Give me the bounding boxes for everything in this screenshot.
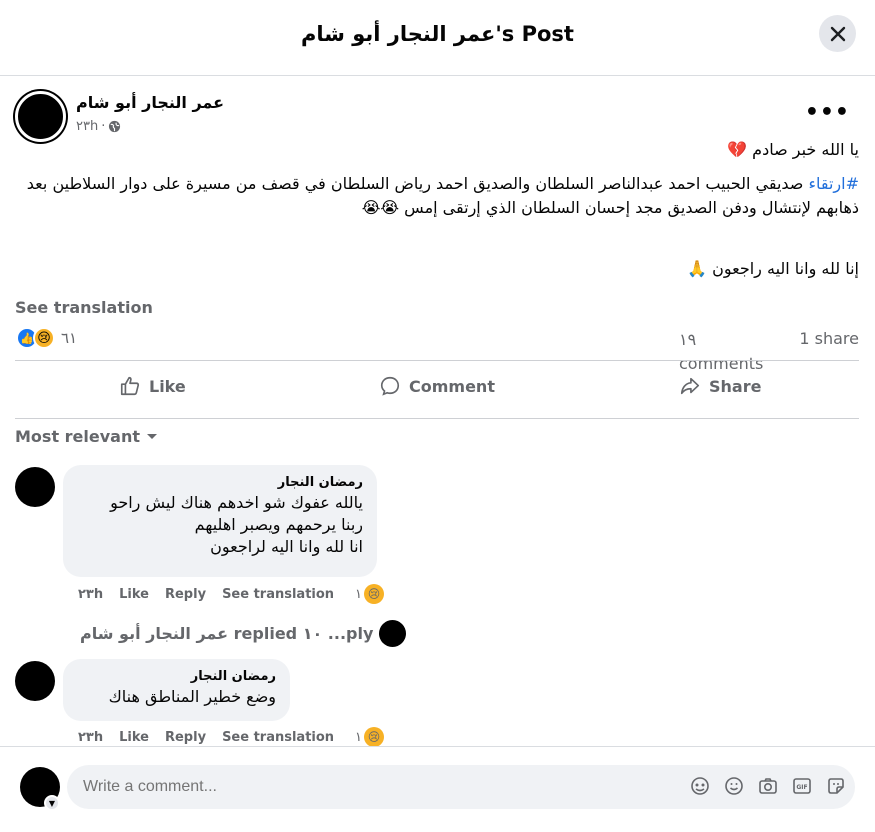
commenter-avatar[interactable]	[15, 661, 55, 701]
replies-text: عمر النجار أبو شام replied ١٠ ...ply	[80, 624, 374, 643]
comment-like-button[interactable]: Like	[119, 730, 149, 745]
comment-see-translation[interactable]: See translation	[222, 587, 334, 602]
post-meta: ٢٣h ·	[76, 119, 121, 134]
post-text-line2: #ارتقاء صديقي الحبيب احمد عبدالناصر السل…	[14, 172, 859, 220]
divider	[15, 360, 859, 361]
replier-avatar	[379, 620, 407, 647]
comment-reply-button[interactable]: Reply	[165, 730, 206, 745]
emoji-icon[interactable]	[723, 775, 745, 797]
divider	[15, 418, 859, 419]
sad-reaction-icon: 😢	[33, 327, 55, 349]
sticker-icon[interactable]	[825, 775, 847, 797]
comment-actions: ٢٣h Like Reply See translation	[78, 730, 334, 745]
post-dialog: عمر النجار أبو شام's Post عمر النجار أبو…	[0, 0, 875, 832]
avatar-sticker-icon[interactable]	[689, 775, 711, 797]
comment-text: يالله عفوك شو اخدهم هناك ليش راحو ربنا ي…	[110, 493, 363, 556]
comment-time[interactable]: ٢٣h	[78, 587, 103, 602]
share-button[interactable]: Share	[679, 362, 761, 410]
comment-filter-label: Most relevant	[15, 427, 140, 446]
commenter-name[interactable]: رمضان النجار	[77, 475, 363, 490]
composer-tools: GIF	[689, 775, 847, 797]
thumbs-up-icon	[120, 376, 140, 396]
post-actions: Like Comment Share	[15, 362, 859, 410]
sad-reaction-icon: 😢	[363, 727, 384, 747]
shares-count[interactable]: 1 share	[799, 329, 859, 348]
comment-like-button[interactable]: Like	[119, 587, 149, 602]
comment-reply-button[interactable]: Reply	[165, 587, 206, 602]
comment-bubble: رمضان النجار يالله عفوك شو اخدهم هناك لي…	[63, 465, 377, 577]
globe-icon	[109, 120, 121, 133]
post-time[interactable]: ٢٣h	[76, 119, 98, 134]
comment-reaction-count: ١	[355, 586, 362, 602]
comment-reaction-count: ١	[355, 729, 362, 745]
close-button[interactable]	[819, 15, 856, 52]
comment-reactions[interactable]: ١ 😢	[355, 584, 384, 604]
chevron-down-icon[interactable]: ▼	[44, 795, 60, 811]
see-translation-link[interactable]: See translation	[15, 298, 153, 317]
comment-composer: ▼ GIF	[0, 746, 875, 832]
comment-button[interactable]: Comment	[379, 362, 495, 410]
post-text-line3: إنا لله وانا اليه راجعون 🙏	[687, 259, 859, 278]
comment-reactions[interactable]: ١ 😢	[355, 727, 384, 747]
reaction-count: ٦١	[61, 329, 78, 347]
comment-time[interactable]: ٢٣h	[78, 730, 103, 745]
commenter-avatar[interactable]	[15, 467, 55, 507]
camera-icon[interactable]	[757, 775, 779, 797]
share-label: Share	[709, 376, 762, 396]
like-button[interactable]: Like	[119, 362, 186, 410]
comment-bubble: رمضان النجار وضع خطير المناطق هناك	[63, 659, 290, 721]
share-icon	[680, 377, 700, 395]
dialog-title: عمر النجار أبو شام's Post	[301, 22, 574, 46]
svg-text:GIF: GIF	[796, 784, 807, 791]
comment-see-translation[interactable]: See translation	[222, 730, 334, 745]
comment-filter-dropdown[interactable]: Most relevant	[15, 427, 158, 446]
comment-icon	[380, 376, 400, 396]
comment-actions: ٢٣h Like Reply See translation	[78, 587, 334, 602]
more-options-icon[interactable]: •••	[805, 100, 850, 125]
caret-down-icon	[147, 433, 157, 439]
sad-reaction-icon: 😢	[363, 584, 384, 604]
gif-icon[interactable]: GIF	[791, 775, 813, 797]
author-name[interactable]: عمر النجار أبو شام	[76, 93, 224, 112]
like-label: Like	[149, 376, 186, 396]
close-icon	[830, 26, 845, 41]
author-avatar[interactable]	[15, 91, 66, 142]
hashtag-link[interactable]: #ارتقاء	[808, 174, 859, 193]
post-text-line1: يا الله خبر صادم 💔	[727, 140, 859, 159]
view-replies-link[interactable]: عمر النجار أبو شام replied ١٠ ...ply	[80, 620, 407, 647]
comment-text: وضع خطير المناطق هناك	[108, 687, 276, 706]
comment-label: Comment	[409, 376, 495, 396]
reactions-summary[interactable]: 👍 😢 ٦١	[16, 327, 77, 349]
commenter-name[interactable]: رمضان النجار	[77, 669, 276, 684]
dialog-header: عمر النجار أبو شام's Post	[0, 0, 875, 76]
post-text-body: صديقي الحبيب احمد عبدالناصر السلطان والص…	[26, 174, 859, 217]
